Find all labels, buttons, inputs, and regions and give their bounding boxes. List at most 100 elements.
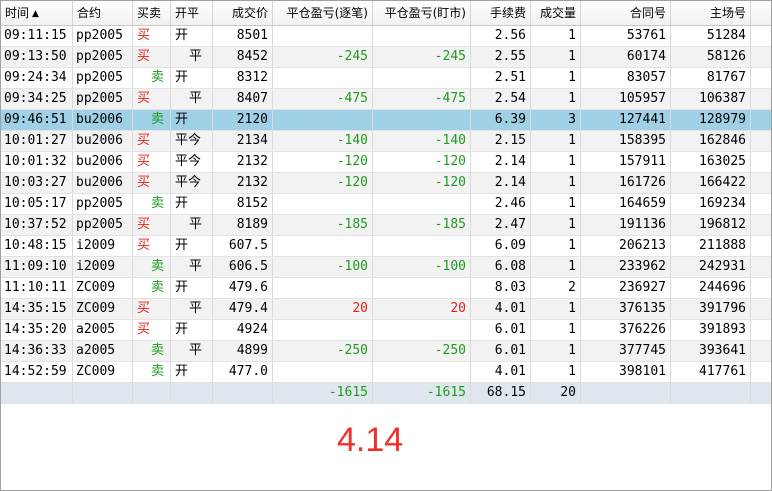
cell-exch-no: 58126 [671,47,751,67]
cell-fee: 2.55 [471,47,531,67]
cell-oc: 开 [171,320,213,340]
col-header-contract-label: 合约 [77,6,102,20]
cell-pnl-trade [273,278,373,298]
table-row[interactable]: 11:10:11 ZC009 卖开 479.6 8.03 2 236927 244696 [1,278,771,299]
cell-time: 09:13:50 [1,47,73,67]
total-time [1,383,73,403]
cell-time: 11:10:11 [1,278,73,298]
cell-pnl-mtm: 20 [373,299,471,319]
cell-pnl-mtm [373,194,471,214]
cell-oc: 平 [171,89,213,109]
cell-contract-no: 53761 [581,26,671,46]
col-header-pnl-trade[interactable]: 平仓盈亏(逐笔) [273,1,373,25]
cell-exch-no: 51284 [671,26,751,46]
table-row[interactable]: 11:09:10 i2009 卖平 606.5 -100 -100 6.08 1 233962 2… [1,257,771,278]
cell-qty: 1 [531,152,581,172]
cell-pnl-mtm: -140 [373,131,471,151]
cell-time: 14:36:33 [1,341,73,361]
cell-exch-no: 211888 [671,236,751,256]
cell-pnl-mtm [373,362,471,382]
cell-fee: 2.54 [471,89,531,109]
cell-exch-no: 196812 [671,215,751,235]
cell-oc: 开 [171,362,213,382]
col-header-contract[interactable]: 合约 [73,1,133,25]
col-header-pnl-mtm[interactable]: 平仓盈亏(盯市) [373,1,471,25]
cell-exch-no: 169234 [671,194,751,214]
cell-qty: 1 [531,236,581,256]
cell-qty: 1 [531,68,581,88]
cell-qty: 2 [531,278,581,298]
total-price [213,383,273,403]
cell-side: 买 [133,152,171,172]
cell-contract: pp2005 [73,68,133,88]
cell-contract: ZC009 [73,299,133,319]
table-row[interactable]: 14:52:59 ZC009 卖开 477.0 4.01 1 398101 417761 [1,362,771,383]
table-row[interactable]: 10:01:27 bu2006 买平今 2134 -140 -140 2.15 1 158395… [1,131,771,152]
cell-pnl-trade [273,110,373,130]
col-header-side[interactable]: 买卖 [133,1,171,25]
cell-price: 8189 [213,215,273,235]
cell-contract: pp2005 [73,47,133,67]
cell-side: 卖 [133,110,171,130]
table-row[interactable]: 14:35:20 a2005 买开 4924 6.01 1 376226 391893 [1,320,771,341]
table-row[interactable]: 14:35:15 ZC009 买平 479.4 20 20 4.01 1 376135 39179… [1,299,771,320]
cell-contract: bu2006 [73,173,133,193]
cell-contract-no: 164659 [581,194,671,214]
table-row[interactable]: 10:05:17 pp2005 卖开 8152 2.46 1 164659 169234 [1,194,771,215]
table-row[interactable]: 09:46:51 bu2006 卖开 2120 6.39 3 127441 128979 [1,110,771,131]
table-row[interactable]: 09:13:50 pp2005 买平 8452 -245 -245 2.55 1 60174 58… [1,47,771,68]
col-header-fee[interactable]: 手续费 [471,1,531,25]
col-header-open-close-label: 开平 [175,6,200,20]
cell-side: 买 [133,236,171,256]
table-row[interactable]: 09:11:15 pp2005 买开 8501 2.56 1 53761 51284 [1,26,771,47]
cell-contract: i2009 [73,257,133,277]
cell-contract: pp2005 [73,89,133,109]
total-exch-no [671,383,751,403]
col-header-fee-label: 手续费 [489,6,526,20]
cell-qty: 1 [531,341,581,361]
cell-pnl-trade: -100 [273,257,373,277]
table-row[interactable]: 10:48:15 i2009 买开 607.5 6.09 1 206213 211888 [1,236,771,257]
cell-oc: 开 [171,68,213,88]
col-header-exchange-no[interactable]: 主场号 [671,1,751,25]
col-header-time[interactable]: 时间 ▲ [1,1,73,25]
table-row[interactable]: 10:03:27 bu2006 买平今 2132 -120 -120 2.14 1 161726… [1,173,771,194]
cell-side: 卖 [133,257,171,277]
cell-side: 买 [133,173,171,193]
table-row[interactable]: 09:24:34 pp2005 卖开 8312 2.51 1 83057 81767 [1,68,771,89]
cell-pnl-trade [273,194,373,214]
cell-exch-no: 81767 [671,68,751,88]
cell-contract: pp2005 [73,194,133,214]
col-header-side-label: 买卖 [137,6,162,20]
cell-fee: 6.01 [471,320,531,340]
cell-exch-no: 244696 [671,278,751,298]
cell-contract-no: 83057 [581,68,671,88]
cell-contract: ZC009 [73,278,133,298]
col-header-open-close[interactable]: 开平 [171,1,213,25]
cell-oc: 开 [171,110,213,130]
table-row[interactable]: 09:34:25 pp2005 买平 8407 -475 -475 2.54 1 105957 1… [1,89,771,110]
cell-exch-no: 163025 [671,152,751,172]
cell-pnl-trade: -140 [273,131,373,151]
cell-contract-no: 377745 [581,341,671,361]
col-header-contract-no[interactable]: 合同号 [581,1,671,25]
col-header-price[interactable]: 成交价 [213,1,273,25]
cell-price: 607.5 [213,236,273,256]
cell-price: 479.6 [213,278,273,298]
total-contract-no [581,383,671,403]
total-contract [73,383,133,403]
cell-price: 8501 [213,26,273,46]
col-header-qty[interactable]: 成交量 [531,1,581,25]
total-pnl-mtm: -1615 [373,383,471,403]
table-row[interactable]: 10:37:52 pp2005 买平 8189 -185 -185 2.47 1 191136 1… [1,215,771,236]
table-row[interactable]: 14:36:33 a2005 卖平 4899 -250 -250 6.01 1 377745 39… [1,341,771,362]
cell-qty: 1 [531,257,581,277]
cell-pnl-mtm: -120 [373,152,471,172]
table-row[interactable]: 10:01:32 bu2006 买平今 2132 -120 -120 2.14 1 157911… [1,152,771,173]
cell-pnl-trade [273,236,373,256]
cell-price: 2120 [213,110,273,130]
cell-exch-no: 128979 [671,110,751,130]
cell-oc: 平今 [171,152,213,172]
cell-pnl-trade: -120 [273,152,373,172]
cell-pnl-trade: 20 [273,299,373,319]
